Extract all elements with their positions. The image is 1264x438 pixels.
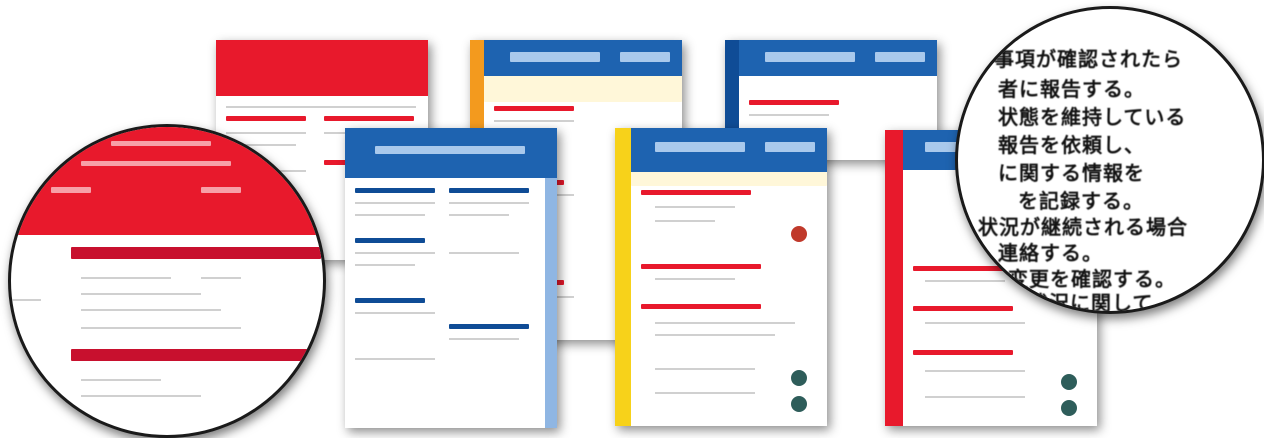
magnifier-circle-left (8, 124, 326, 438)
document-thumbnail-blue-front (345, 128, 557, 428)
zoom-text-line-5: に関する情報を (998, 161, 1145, 185)
zoom-text-line-8: 連絡する。 (998, 241, 1103, 265)
document-header (216, 40, 428, 96)
document-thumbnail-yellow-front (615, 128, 827, 426)
zoom-text-line-7: 状況が継続される場合 (978, 215, 1188, 239)
magnifier-circle-right: 事項が確認されたら 者に報告する。 状態を維持している 報告を依頼し、 に関する… (955, 6, 1264, 314)
zoom-text-line-1: 事項が確認されたら (994, 47, 1183, 71)
zoom-text-line-2: 者に報告する。 (998, 77, 1145, 101)
zoom-text-line-6: を記録する。 (1018, 189, 1144, 213)
zoom-text-line-3: 状態を維持している (998, 105, 1187, 129)
zoom-text-line-4: 報告を依頼し、 (998, 133, 1145, 157)
zoom-text-line-10: 状況に関して (1028, 291, 1154, 314)
